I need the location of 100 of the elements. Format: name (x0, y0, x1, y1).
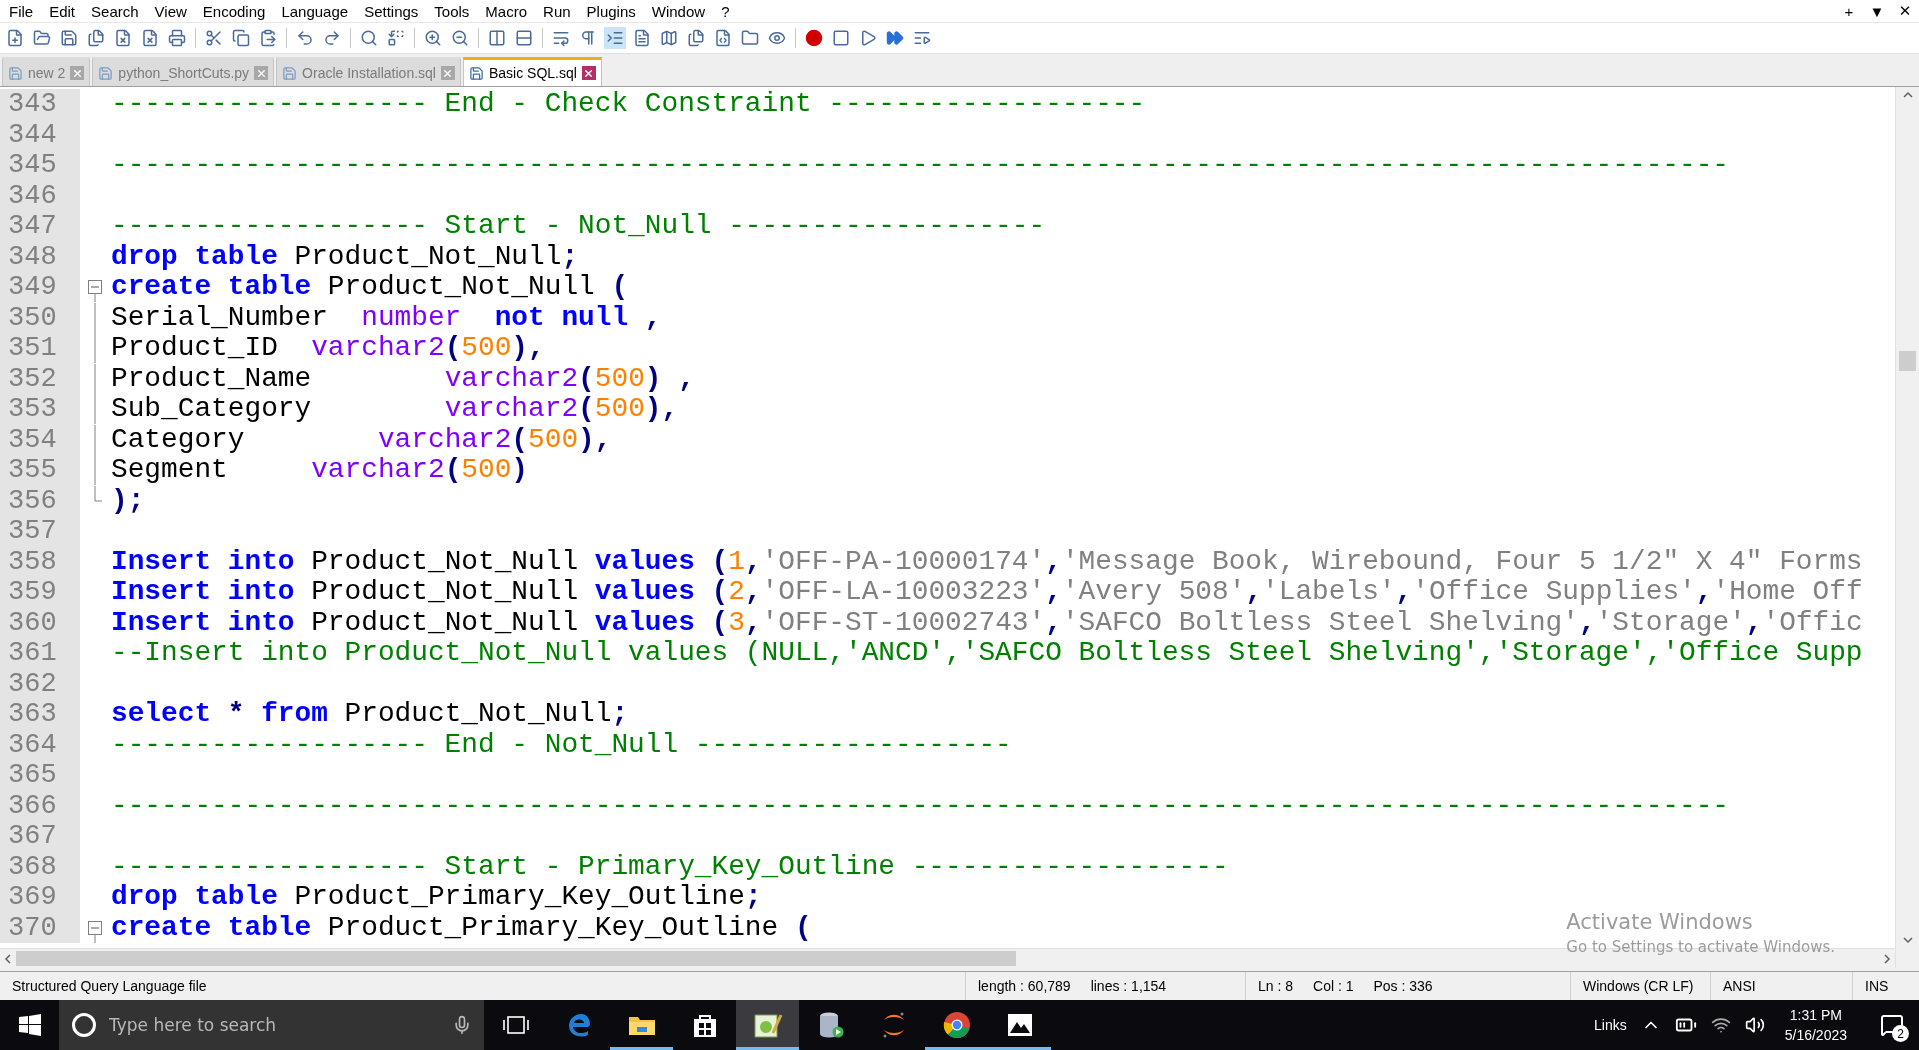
activation-title: Activate Windows (1566, 910, 1754, 934)
code-line: --Insert into Product_Not_Null values (NULL,'ANCD','SAFCO Boltless Steel Shelving','Storage','Office Supp (110, 638, 1863, 669)
line-number: 352 (0, 363, 80, 394)
taskbar-app-button[interactable] (736, 1000, 799, 1050)
line-label: Ln : 8 (1258, 978, 1294, 994)
microphone-icon[interactable] (452, 1015, 472, 1035)
menu-item[interactable]: Macro (477, 2, 536, 20)
menu-item[interactable]: Edit (41, 2, 84, 20)
menu-item[interactable]: File (1, 2, 42, 20)
line-number: 370 (0, 912, 80, 943)
line-number: 351 (0, 333, 80, 364)
line-number: 354 (0, 424, 80, 455)
code-line: drop table Product_Primary_Key_Outline; (110, 882, 762, 913)
line-number: 364 (0, 729, 80, 760)
code-line: Insert into Product_Not_Null values (3,'OFF-ST-10002743','SAFCO Boltless Steel Shelving','Storage','Offic (110, 607, 1863, 638)
line-number: 348 (0, 241, 80, 272)
code-line: Product_Name varchar2(500) , (110, 363, 695, 394)
code-line: Product_ID varchar2(500), (110, 333, 545, 364)
window-control[interactable]: ✕ (1891, 2, 1919, 20)
clock-date[interactable]: 5/16/2023 (1784, 1027, 1847, 1043)
notifications-button[interactable]: 2 (1875, 1010, 1909, 1040)
taskbar-search-field[interactable]: Type here to search (59, 1000, 484, 1050)
vertical-scrollbar-thumb[interactable] (1899, 351, 1916, 371)
menu-item[interactable]: Tools (426, 2, 478, 20)
menu-item[interactable]: Run (535, 2, 579, 20)
file-type-label: Structured Query Language file (12, 978, 207, 994)
wifi-icon[interactable] (1710, 1015, 1731, 1035)
code-line: Category varchar2(500), (110, 424, 612, 455)
horizontal-scrollbar-thumb[interactable] (16, 951, 1016, 966)
line-number: 346 (0, 180, 80, 211)
code-line: ); (110, 485, 145, 516)
menu-item[interactable]: Language (273, 2, 357, 20)
tab-label: new 2 (28, 65, 66, 81)
code-line: Insert into Product_Not_Null values (2,'OFF-LA-10003223','Avery 508','Labels','Office Supplies','Home Off (110, 577, 1863, 608)
menu-item[interactable]: Settings (356, 2, 427, 20)
code-line: create table Product_Not_Null ( (110, 272, 629, 303)
code-line: create table Product_Primary_Key_Outline ( (110, 912, 812, 943)
line-number: 358 (0, 546, 80, 577)
scroll-left-icon[interactable] (4, 953, 12, 964)
scroll-up-icon[interactable] (1902, 91, 1913, 99)
record-icon[interactable] (803, 27, 825, 49)
chrome-icon (942, 1011, 971, 1039)
menu-item[interactable]: Window (643, 2, 714, 20)
tab-label: python_ShortCuts.py (118, 65, 250, 81)
length-label: length : 60,789 (978, 978, 1071, 994)
line-number: 353 (0, 394, 80, 425)
line-number: 369 (0, 882, 80, 913)
line-number: 350 (0, 302, 80, 333)
code-line: Segment varchar2(500) (110, 455, 529, 486)
menu-item[interactable]: Encoding (194, 2, 274, 20)
volume-icon[interactable] (1744, 1015, 1765, 1035)
links-toolbar[interactable]: Links (1594, 1017, 1627, 1033)
column-label: Col : 1 (1313, 978, 1354, 994)
indent-guide-icon[interactable] (604, 27, 626, 49)
photos-icon (1006, 1013, 1033, 1037)
code-line: ------------------------------------------------------------------------------------------------- (110, 790, 1730, 821)
scroll-down-icon[interactable] (1902, 936, 1913, 944)
line-number: 355 (0, 455, 80, 486)
notification-count: 2 (1892, 1025, 1909, 1042)
task-view-icon (502, 1014, 529, 1036)
code-line: drop table Product_Not_Null; (110, 241, 579, 272)
line-number: 349 (0, 272, 80, 303)
window-control[interactable]: + (1835, 2, 1863, 20)
code-line: select * from Product_Not_Null; (110, 699, 629, 730)
code-line: ------------------- Start - Not_Null ------------------- (110, 211, 1046, 242)
line-number: 362 (0, 668, 80, 699)
search-input[interactable]: Type here to search (107, 1014, 442, 1036)
file-tab[interactable]: Basic SQL.sql (462, 57, 602, 86)
line-number: 356 (0, 485, 80, 516)
close-icon[interactable] (581, 66, 596, 80)
tab-label: Oracle Installation.sql (302, 65, 436, 81)
window-control[interactable]: ▼ (1863, 2, 1891, 20)
line-number: 357 (0, 516, 80, 547)
code-line: Insert into Product_Not_Null values (1,'OFF-PA-10000174','Message Book, Wirebound, Four 5 1/2" X 4" Forms (110, 546, 1863, 577)
line-number: 365 (0, 760, 80, 791)
code-line: ------------------------------------------------------------------------------------------------- (110, 150, 1730, 181)
notification-icon (1880, 1013, 1904, 1037)
print-icon[interactable] (166, 27, 188, 49)
line-number: 360 (0, 607, 80, 638)
menu-item[interactable]: Search (83, 2, 147, 20)
line-number: 367 (0, 821, 80, 852)
code-line: ------------------- Start - Primary_Key_Outline ------------------- (110, 851, 1229, 882)
line-number: 361 (0, 638, 80, 669)
insert-mode-label: INS (1865, 978, 1889, 994)
clock-time[interactable]: 1:31 PM (1789, 1007, 1842, 1023)
cortana-icon (71, 1012, 97, 1038)
store-icon (692, 1012, 717, 1038)
scroll-right-icon[interactable] (1883, 953, 1891, 964)
line-number: 345 (0, 150, 80, 181)
fold-end-icon (94, 485, 102, 502)
menu-item[interactable]: Plugins (578, 2, 644, 20)
menu-item[interactable]: View (146, 2, 195, 20)
activation-message: Go to Settings to activate Windows. (1566, 938, 1835, 956)
menu-item[interactable]: ? (713, 2, 738, 20)
line-number: 368 (0, 851, 80, 882)
position-label: Pos : 336 (1373, 978, 1433, 994)
line-number: 366 (0, 790, 80, 821)
lines-label: lines : 1,154 (1090, 978, 1167, 994)
copy-icon[interactable] (230, 27, 252, 49)
tab-label: Basic SQL.sql (488, 65, 577, 81)
